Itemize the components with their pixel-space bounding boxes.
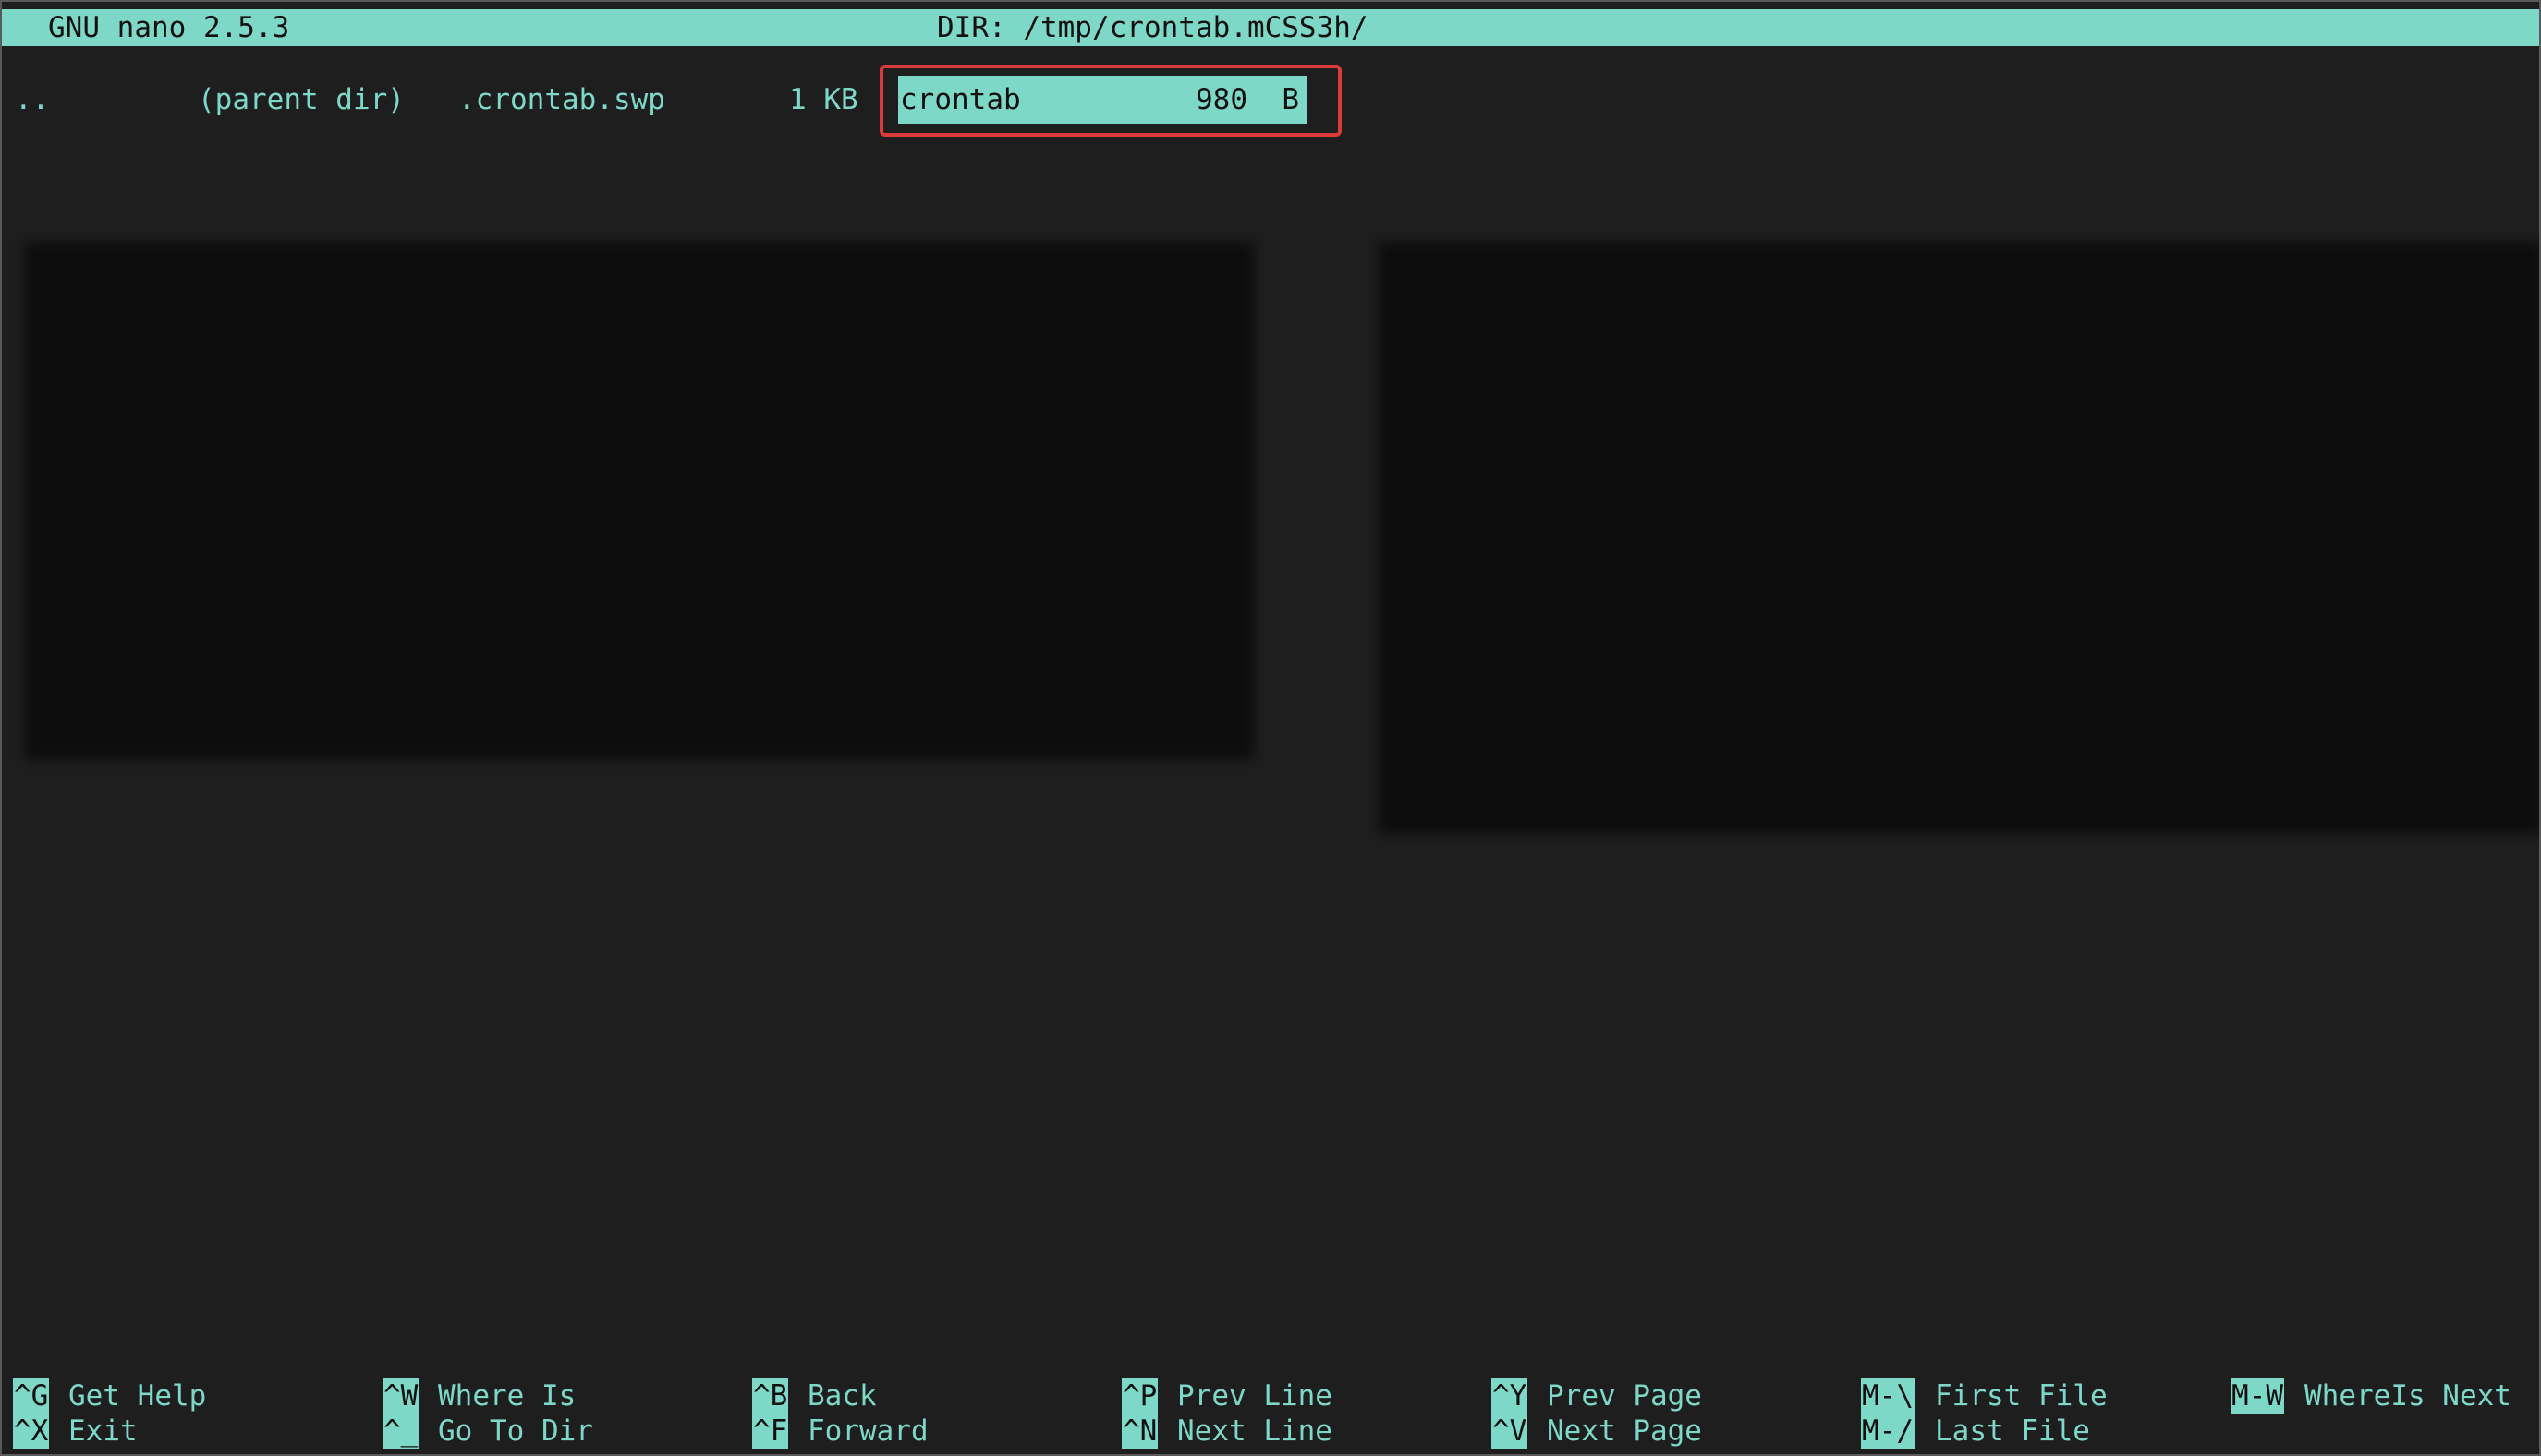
shortcut-prev-page[interactable]: ^Y Prev Page — [1491, 1378, 1702, 1414]
file-size: 980 B — [1196, 83, 1299, 116]
shortcut-label: Next Page — [1547, 1414, 1702, 1448]
shortcut-where-is[interactable]: ^W Where Is — [383, 1378, 576, 1414]
shortcut-label: First File — [1935, 1379, 2108, 1413]
shortcut-prev-line[interactable]: ^P Prev Line — [1122, 1378, 1332, 1414]
file-size: (parent dir) — [198, 83, 405, 116]
shortcut-key: ^B — [752, 1378, 789, 1414]
shortcut-key: ^F — [752, 1414, 789, 1449]
background-panel-left — [25, 242, 1254, 759]
shortcut-label: Where Is — [438, 1379, 577, 1413]
shortcut-label: WhereIs Next — [2304, 1379, 2511, 1413]
shortcut-bar: ^G Get Help ^X Exit ^W Where Is ^_ Go To… — [2, 1378, 2539, 1452]
file-browser: .. (parent dir) .crontab.swp 1 KB cronta… — [2, 76, 2539, 124]
file-name: crontab — [900, 83, 1021, 116]
shortcut-key: M-/ — [1861, 1414, 1915, 1449]
shortcut-key: ^V — [1491, 1414, 1528, 1449]
shortcut-forward[interactable]: ^F Forward — [752, 1414, 929, 1449]
file-size: 1 KB — [789, 83, 858, 116]
shortcut-exit[interactable]: ^X Exit — [13, 1414, 138, 1449]
shortcut-label: Back — [808, 1379, 877, 1413]
file-entry-crontab-swp[interactable]: .crontab.swp 1 KB — [456, 76, 863, 124]
shortcut-key: M-\ — [1861, 1378, 1915, 1414]
file-entry-parent-dir[interactable]: .. (parent dir) — [11, 76, 436, 124]
shortcut-label: Last File — [1935, 1414, 2090, 1448]
shortcut-get-help[interactable]: ^G Get Help — [13, 1378, 206, 1414]
file-entry-crontab[interactable]: crontab 980 B — [898, 76, 1307, 124]
background-panel-right — [1379, 242, 2539, 833]
shortcut-label: Forward — [808, 1414, 929, 1448]
shortcut-next-line[interactable]: ^N Next Line — [1122, 1414, 1332, 1449]
shortcut-key: ^Y — [1491, 1378, 1528, 1414]
file-name: .. — [15, 83, 50, 116]
shortcut-key: M-W — [2231, 1378, 2284, 1414]
shortcut-key: ^W — [383, 1378, 419, 1414]
shortcut-key: ^X — [13, 1414, 50, 1449]
terminal-window: GNU nano 2.5.3 DIR: /tmp/crontab.mCSS3h/… — [0, 0, 2541, 1456]
shortcut-key: ^G — [13, 1378, 50, 1414]
shortcut-last-file[interactable]: M-/ Last File — [1861, 1414, 2090, 1449]
shortcut-key: ^P — [1122, 1378, 1159, 1414]
shortcut-whereis-next[interactable]: M-W WhereIs Next — [2231, 1378, 2511, 1414]
shortcut-label: Prev Page — [1547, 1379, 1702, 1413]
shortcut-go-to-dir[interactable]: ^_ Go To Dir — [383, 1414, 593, 1449]
shortcut-label: Get Help — [68, 1379, 207, 1413]
file-name: .crontab.swp — [458, 83, 665, 116]
shortcut-key: ^N — [1122, 1414, 1159, 1449]
shortcut-label: Next Line — [1177, 1414, 1332, 1448]
title-bar: GNU nano 2.5.3 DIR: /tmp/crontab.mCSS3h/ — [2, 9, 2539, 46]
shortcut-next-page[interactable]: ^V Next Page — [1491, 1414, 1702, 1449]
shortcut-label: Prev Line — [1177, 1379, 1332, 1413]
shortcut-key: ^_ — [383, 1414, 419, 1449]
shortcut-label: Exit — [68, 1414, 138, 1448]
shortcut-label: Go To Dir — [438, 1414, 593, 1448]
current-directory: DIR: /tmp/crontab.mCSS3h/ — [937, 11, 1368, 44]
shortcut-first-file[interactable]: M-\ First File — [1861, 1378, 2108, 1414]
shortcut-back[interactable]: ^B Back — [752, 1378, 877, 1414]
app-name: GNU nano 2.5.3 — [48, 11, 290, 44]
